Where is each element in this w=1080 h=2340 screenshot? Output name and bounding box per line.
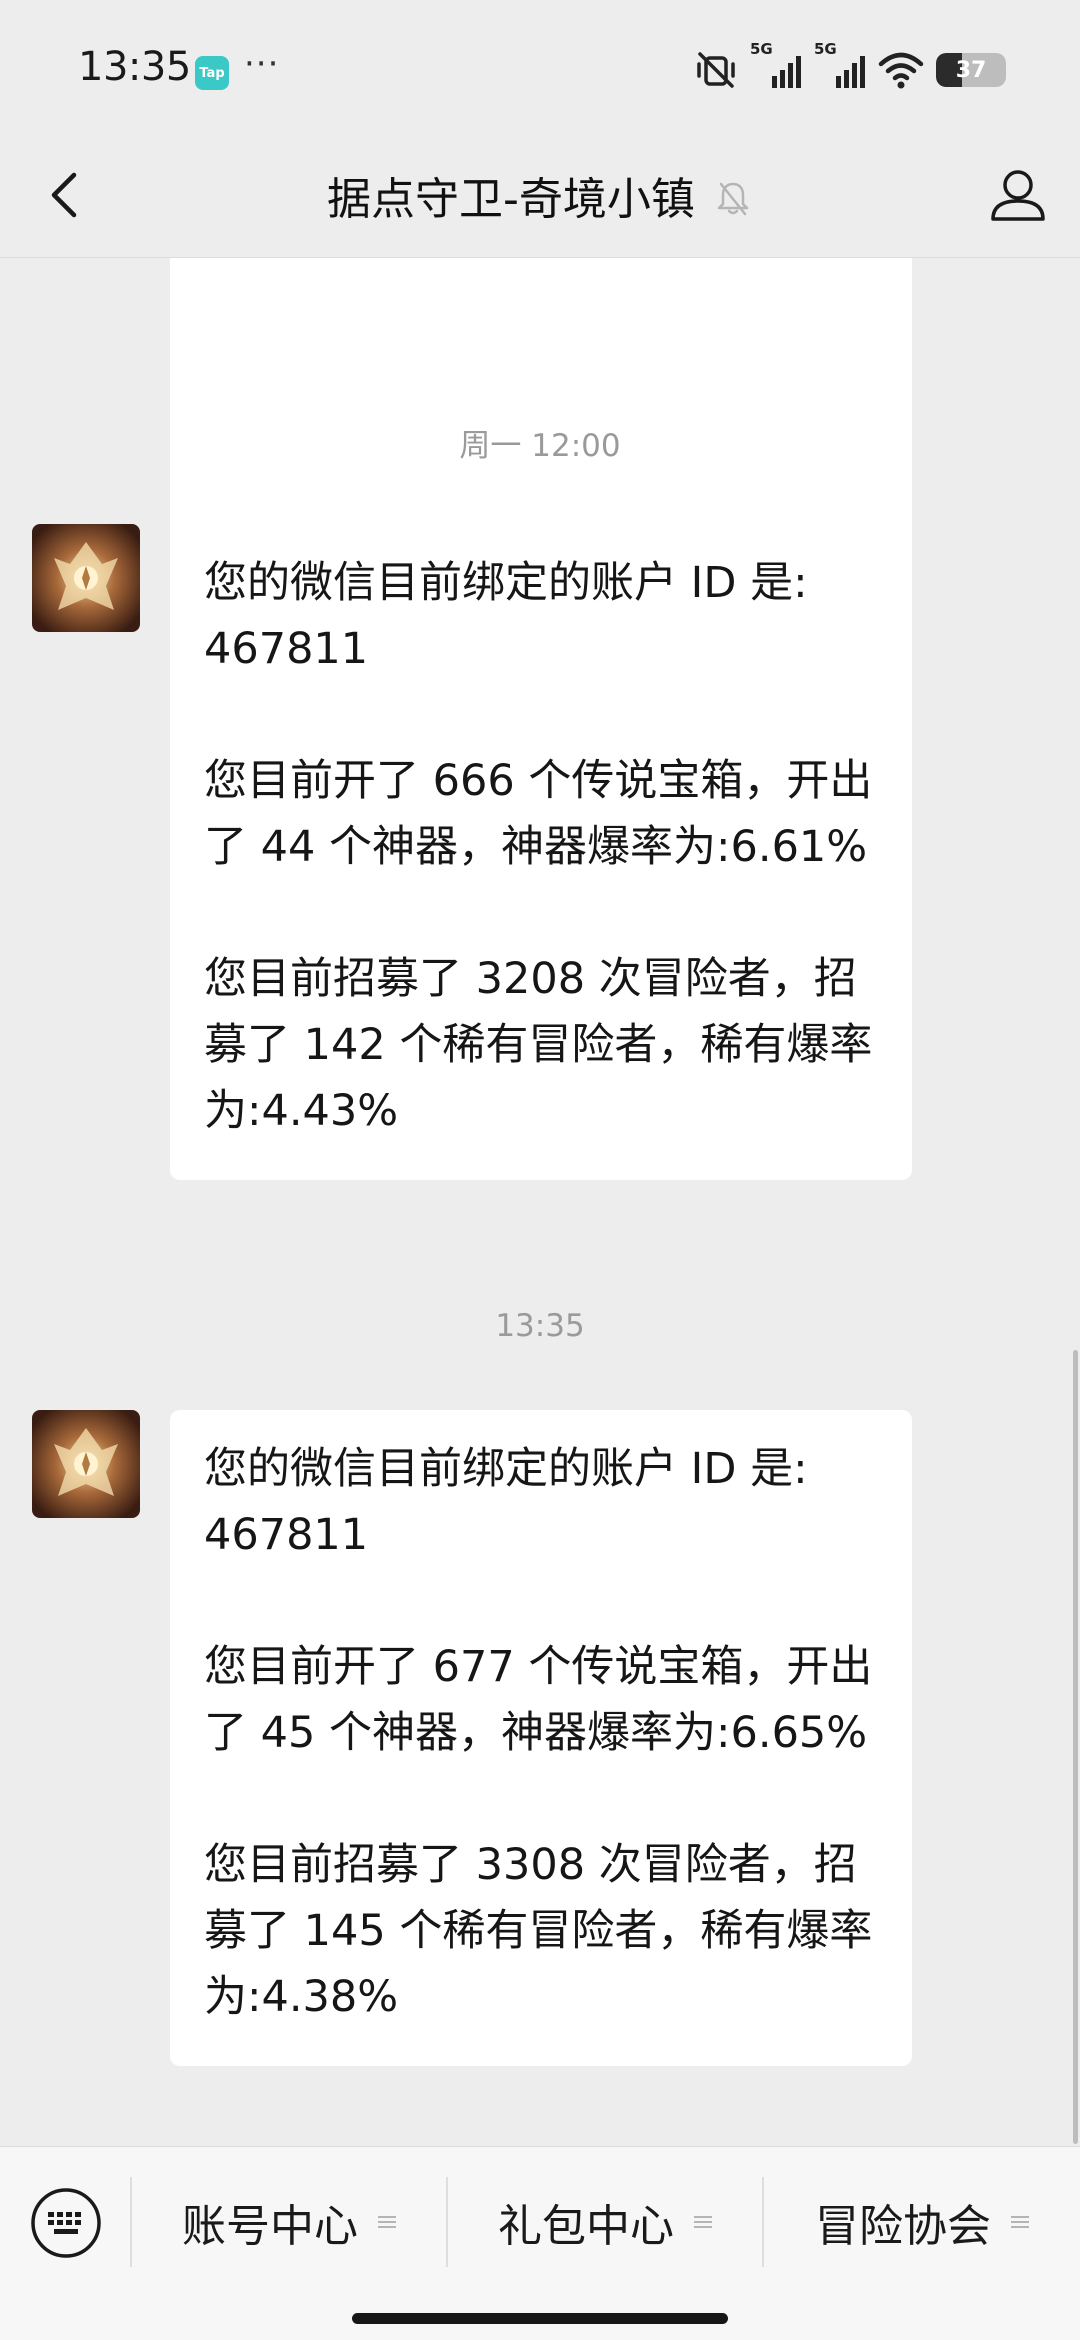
message-text: 您目前开了 666 个传说宝箱，开出了 44 个神器，神器爆率为:6.61% [204, 756, 873, 872]
profile-icon[interactable] [984, 161, 1052, 229]
more-notifications-icon: ··· [244, 44, 280, 84]
message-bubble[interactable]: 您的微信目前绑定的账户 ID 是: 467811 您目前开了 666 个传说宝箱… [170, 524, 912, 1180]
chat-header: 据点守卫-奇境小镇 [0, 135, 1080, 258]
chat-title-group: 据点守卫-奇境小镇 [0, 163, 1080, 227]
muted-bell-icon [717, 182, 749, 216]
status-icons: 5G 5G 37 [694, 40, 1006, 92]
chat-title: 据点守卫-奇境小镇 [327, 174, 695, 225]
battery-level: 37 [955, 57, 987, 83]
scrollbar[interactable] [1073, 1350, 1078, 2144]
submenu-lines-icon [694, 2216, 712, 2228]
menu-item-adventure-guild[interactable]: 冒险协会 [764, 2177, 1080, 2267]
signal-strength-icon: 5G [750, 40, 802, 90]
message-timestamp: 周一 12:00 [459, 428, 621, 464]
tap-app-icon: Tap [195, 56, 229, 90]
battery-icon: 37 [936, 53, 1006, 87]
keyboard-icon[interactable] [28, 2185, 104, 2261]
mute-vibrate-icon [697, 52, 735, 88]
official-account-avatar[interactable] [32, 1410, 140, 1518]
official-account-avatar[interactable] [32, 524, 140, 632]
status-bar: 13:35 Tap ··· 5G 5G 37 [0, 0, 1080, 135]
official-account-menu: 账号中心 礼包中心 冒险协会 [0, 2146, 1080, 2340]
wifi-icon [878, 52, 924, 89]
menu-item-label: 礼包中心 [498, 2201, 674, 2252]
status-time: 13:35 [78, 44, 191, 90]
submenu-lines-icon [1011, 2216, 1029, 2228]
message-text: 您目前开了 677 个传说宝箱，开出了 45 个神器，神器爆率为:6.65% [204, 1642, 873, 1758]
home-indicator[interactable] [352, 2313, 728, 2324]
message-timestamp: 13:35 [495, 1308, 585, 1344]
menu-item-label: 账号中心 [182, 2201, 358, 2252]
message-text: 您目前招募了 3208 次冒险者，招募了 142 个稀有冒险者，稀有爆率为:4.… [204, 954, 873, 1136]
menu-item-account-center[interactable]: 账号中心 [132, 2177, 446, 2267]
menu-item-label: 冒险协会 [815, 2201, 991, 2252]
message-bubble[interactable]: 您的微信目前绑定的账户 ID 是: 467811 您目前开了 677 个传说宝箱… [170, 1410, 912, 2066]
message-text: 您的微信目前绑定的账户 ID 是: 467811 [204, 558, 808, 674]
chat-message-list[interactable]: 周一 12:00 您的微信目前绑定的账户 ID 是: 467811 您目前开了 … [0, 258, 1080, 2146]
menu-item-gift-center[interactable]: 礼包中心 [448, 2177, 762, 2267]
message-text: 您的微信目前绑定的账户 ID 是: 467811 [204, 1444, 808, 1560]
message-text: 您目前招募了 3308 次冒险者，招募了 145 个稀有冒险者，稀有爆率为:4.… [204, 1840, 873, 2022]
signal-strength-icon: 5G [814, 40, 866, 90]
submenu-lines-icon [378, 2216, 396, 2228]
